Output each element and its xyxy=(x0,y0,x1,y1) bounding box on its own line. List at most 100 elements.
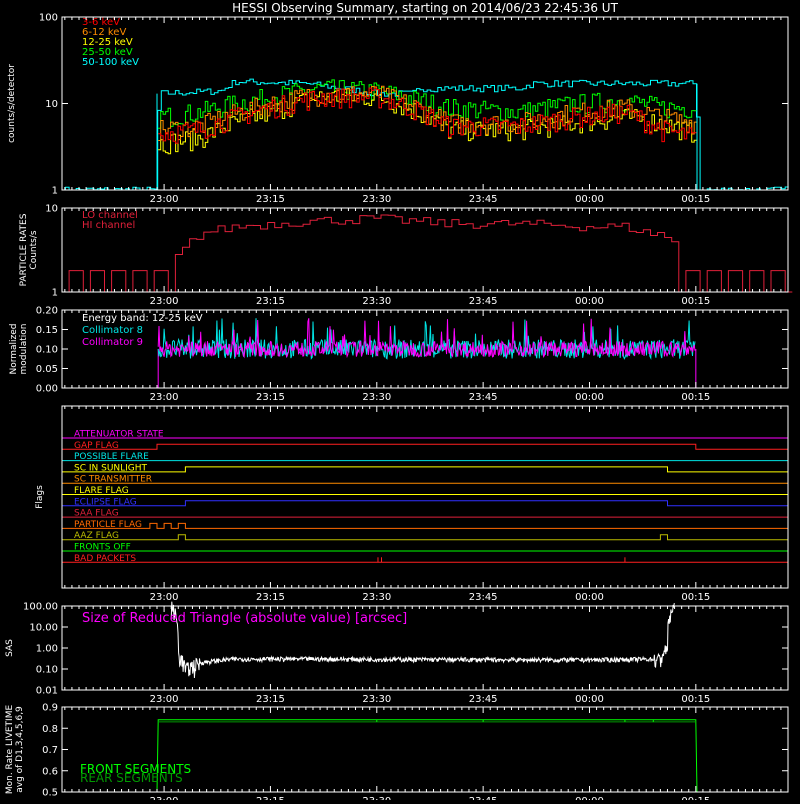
y-tick-label: 0.01 xyxy=(36,686,58,697)
time-tick-label: 23:30 xyxy=(362,796,391,800)
time-tick-label: 23:15 xyxy=(256,392,285,403)
time-tick-label: 00:15 xyxy=(681,296,710,307)
time-tick-label: 23:00 xyxy=(150,194,179,205)
y-axis-label-line: modulation xyxy=(19,324,29,375)
y-axis-label: counts/s/detector xyxy=(7,64,17,143)
series-line xyxy=(158,88,697,155)
time-tick-label: 23:30 xyxy=(362,392,391,403)
time-tick-label: 23:15 xyxy=(256,296,285,307)
y-tick-label: 0.10 xyxy=(36,345,58,356)
time-tick-label: 23:30 xyxy=(362,694,391,705)
series-line xyxy=(158,85,697,141)
time-tick-label: 23:15 xyxy=(256,694,285,705)
panel-particle-rates: PARTICLE RATESCounts/s110LO channelHI ch… xyxy=(19,204,793,307)
energy-band-annotation: Energy band: 12-25 keV xyxy=(82,313,203,324)
y-tick-label: 0.6 xyxy=(42,766,58,777)
legend-entry: Collimator 8 xyxy=(82,325,143,336)
legend-entry: REAR SEGMENTS xyxy=(80,771,183,785)
flag-line xyxy=(62,466,788,473)
flag-label: GAP FLAG xyxy=(74,441,119,451)
y-axis-label-line: Normalized xyxy=(9,323,19,374)
series-line xyxy=(62,214,793,293)
panel-count-rates: counts/s/detector110100 3-6 keV6-12 keV12… xyxy=(7,13,789,205)
time-tick-label: 00:00 xyxy=(575,392,604,403)
series-line xyxy=(62,349,159,389)
time-tick-label: 23:00 xyxy=(150,296,179,307)
time-tick-label: 23:00 xyxy=(150,796,179,800)
time-tick-label: 23:15 xyxy=(256,796,285,800)
legend-entry: HI channel xyxy=(82,220,135,231)
time-tick-label: 00:00 xyxy=(575,296,604,307)
y-tick-label: 0.5 xyxy=(42,788,58,799)
time-tick-label: 00:00 xyxy=(575,694,604,705)
y-tick-label: 0.00 xyxy=(36,384,58,395)
time-tick-label: 00:00 xyxy=(575,194,604,205)
time-tick-label: 23:45 xyxy=(469,194,498,205)
time-tick-label: 23:15 xyxy=(256,592,285,603)
legend-entry: 50-100 keV xyxy=(82,57,139,68)
series-line xyxy=(695,349,788,389)
panel-frame xyxy=(61,405,789,589)
time-tick-label: 23:45 xyxy=(469,392,498,403)
y-tick-label: 10.00 xyxy=(29,623,58,634)
y-tick-label: 0.15 xyxy=(36,325,58,336)
panel-flags: Flags ATTENUATOR STATEGAP FLAGPOSSIBLE FL… xyxy=(35,405,789,603)
flag-label: ECLIPSE FLAG xyxy=(74,497,137,507)
time-tick-label: 00:15 xyxy=(681,194,710,205)
sas-annotation: Size of Reduced Triangle (absolute value… xyxy=(82,611,407,626)
panel-sas: SAS 0.01 0.10 1.00 10.00 100.00 Size of Reduce… xyxy=(5,602,789,705)
y-tick-label: 0.7 xyxy=(42,745,58,756)
observing-summary: HESSI Observing Summary, starting on 201… xyxy=(0,0,800,804)
y-axis-label: PARTICLE RATESCounts/s xyxy=(19,213,39,286)
series-line xyxy=(696,83,788,191)
series-line xyxy=(158,79,697,129)
flag-line xyxy=(62,522,788,529)
y-axis-label-line: Mon. Rate LIVETIME xyxy=(5,705,15,795)
page-title: HESSI Observing Summary, starting on 201… xyxy=(232,1,618,15)
y-tick-label: 10 xyxy=(45,99,58,110)
panel-frame xyxy=(61,16,789,191)
time-tick-label: 23:30 xyxy=(362,592,391,603)
time-tick-label: 23:00 xyxy=(150,694,179,705)
flag-line xyxy=(62,443,788,450)
y-axis-label-line: avg of D1,3,4,5,6,9 xyxy=(15,706,25,793)
y-axis-label-line: Counts/s xyxy=(29,230,39,269)
y-tick-label: 0.9 xyxy=(42,703,58,714)
flag-label: FLARE FLAG xyxy=(74,486,129,496)
time-tick-label: 23:45 xyxy=(469,694,498,705)
panel-livetime: Mon. Rate LIVETIMEavg of D1,3,4,5,6,9 0.5… xyxy=(5,703,789,804)
time-tick-label: 23:45 xyxy=(469,796,498,800)
flag-line xyxy=(62,500,788,507)
y-axis-label: Normalizedmodulation xyxy=(9,323,29,374)
y-tick-label: 1 xyxy=(52,186,58,197)
time-tick-label: 00:15 xyxy=(681,796,710,800)
time-tick-label: 00:15 xyxy=(681,694,710,705)
y-tick-label: 100.00 xyxy=(23,602,58,613)
panel-modulation: Normalizedmodulation 0.00 0.05 0.10 0.15 0.20… xyxy=(9,306,789,403)
flag-label: AAZ FLAG xyxy=(74,531,119,541)
legend-entry: Collimator 9 xyxy=(82,337,143,348)
y-axis-label-line: PARTICLE RATES xyxy=(19,213,29,286)
flag-label: BAD PACKETS xyxy=(74,554,136,564)
y-tick-label: 0.10 xyxy=(36,665,58,676)
flag-line xyxy=(62,534,788,541)
time-tick-label: 23:30 xyxy=(362,296,391,307)
flag-label: SAA FLAG xyxy=(74,509,119,519)
y-tick-label: 0.05 xyxy=(36,364,58,375)
y-tick-label: 0.20 xyxy=(36,306,58,317)
flag-label: ATTENUATOR STATE xyxy=(74,430,164,440)
time-tick-label: 23:30 xyxy=(362,194,391,205)
y-tick-label: 1.00 xyxy=(36,644,58,655)
time-tick-label: 00:15 xyxy=(681,392,710,403)
time-tick-label: 23:00 xyxy=(150,392,179,403)
time-tick-label: 00:00 xyxy=(575,592,604,603)
time-tick-label: 23:15 xyxy=(256,194,285,205)
y-tick-label: 10 xyxy=(45,204,58,215)
time-tick-label: 23:45 xyxy=(469,592,498,603)
y-axis-label: SAS xyxy=(5,639,15,657)
y-axis-label: Mon. Rate LIVETIMEavg of D1,3,4,5,6,9 xyxy=(5,705,25,795)
y-axis-label: Flags xyxy=(35,485,45,509)
summary-charts: HESSI Observing Summary, starting on 201… xyxy=(5,1,793,804)
series-line xyxy=(62,93,158,191)
flag-label: SC IN SUNLIGHT xyxy=(74,463,148,473)
